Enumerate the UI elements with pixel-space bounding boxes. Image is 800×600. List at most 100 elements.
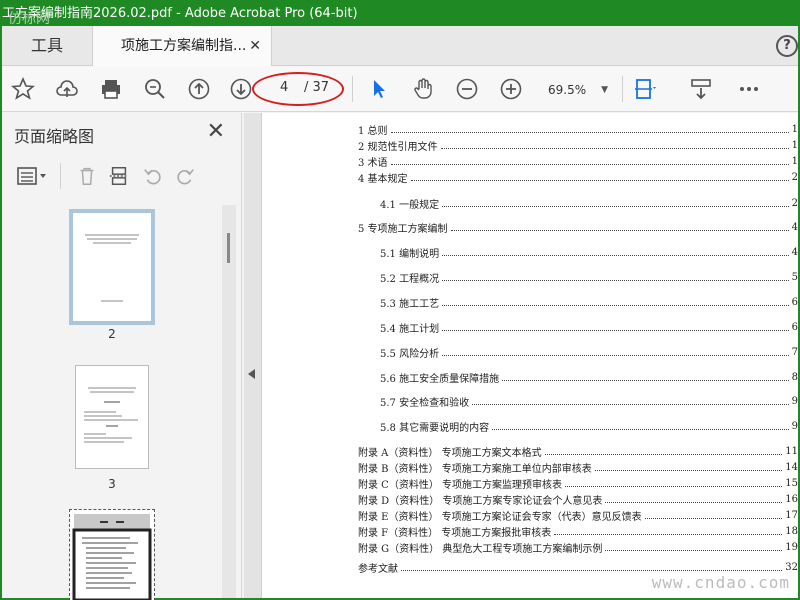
- toc-entry-title: 1 总则: [358, 125, 388, 137]
- toc-entry[interactable]: 附录 F（资料性） 专项施工方案报批审核表 18: [358, 523, 798, 539]
- toc-entry-title: 附录 C（资料性） 专项施工方案监理预审核表: [358, 479, 563, 491]
- toc-entry-title: 2 规范性引用文件: [358, 141, 438, 153]
- toc-entry-page: 4: [791, 246, 798, 258]
- bookmark-star-icon[interactable]: [10, 76, 36, 102]
- toc-leader-dots: [605, 549, 783, 551]
- page-thumbnail[interactable]: [69, 509, 155, 600]
- toc-entry-title: 附录 A（资料性） 专项施工方案文本格式: [358, 447, 542, 459]
- toc-entry-title: 5.5 风险分析: [380, 348, 440, 360]
- toc-entry[interactable]: 5.4 施工计划 6: [380, 319, 798, 335]
- toc-entry[interactable]: 附录 G（资料性） 典型危大工程专项施工方案编制示例 19: [358, 539, 798, 555]
- scroll-mode-icon[interactable]: [688, 76, 714, 102]
- zoom-level-select[interactable]: 69.5% ▼: [542, 79, 614, 101]
- help-icon[interactable]: ?: [776, 35, 798, 57]
- toc-entry-title: 5.1 编制说明: [380, 248, 440, 260]
- toc-entry-title: 5.6 施工安全质量保障措施: [380, 373, 500, 385]
- toc-entry-page: 16: [785, 493, 798, 505]
- toc-entry-title: 附录 G（资料性） 典型危大工程专项施工方案编制示例: [358, 543, 603, 555]
- tab-document-label: 项施工方案编制指...: [121, 38, 247, 54]
- toc-leader-dots: [442, 304, 789, 306]
- toc-entry-title: 5.7 安全检查和验收: [380, 397, 470, 409]
- toc-entry[interactable]: 2 规范性引用文件 1: [358, 137, 798, 153]
- toc-leader-dots: [450, 229, 789, 231]
- cloud-upload-icon[interactable]: [54, 76, 80, 102]
- toc-leader-dots: [442, 205, 789, 207]
- toc-entry-page: 14: [785, 461, 798, 473]
- tab-tools[interactable]: 工具: [2, 26, 92, 66]
- toc-entry[interactable]: 5.1 编制说明 4: [380, 244, 798, 260]
- panel-close-icon[interactable]: ✕: [207, 119, 225, 144]
- toc-entry[interactable]: 5.7 安全检查和验收 9: [380, 393, 798, 409]
- zoom-search-icon[interactable]: [142, 76, 168, 102]
- toc-entry-title: 4 基本规定: [358, 173, 408, 185]
- toc-entry[interactable]: 5.6 施工安全质量保障措施 8: [380, 369, 798, 385]
- toc-entry[interactable]: 5.3 施工工艺 6: [380, 294, 798, 310]
- toc-entry[interactable]: 5.2 工程概况 5: [380, 269, 798, 285]
- page-thumbnail[interactable]: [69, 209, 155, 325]
- zoom-out-icon[interactable]: [454, 76, 480, 102]
- toc-entry-page: 15: [785, 477, 798, 489]
- window-title: 工方案编制指南2026.02.pdf - Adobe Acrobat Pro (…: [2, 6, 358, 21]
- toc-entry-page: 5: [791, 271, 798, 283]
- page-fit-icon[interactable]: [632, 76, 658, 102]
- toc-entry[interactable]: 4 基本规定 2: [358, 169, 798, 185]
- panel-collapse-handle[interactable]: [244, 113, 262, 598]
- toolbar-divider: [352, 76, 353, 102]
- toc-entry-title: 5 专项施工方案编制: [358, 223, 448, 235]
- toc-entry[interactable]: 1 总则 1: [358, 121, 798, 137]
- toc-entry-title: 参考文献: [358, 563, 398, 575]
- select-cursor-icon[interactable]: [366, 76, 392, 102]
- toc-leader-dots: [544, 453, 783, 455]
- thumbnail-options-icon[interactable]: [12, 163, 52, 189]
- tab-close-icon[interactable]: ✕: [249, 26, 261, 66]
- rotate-right-icon[interactable]: [172, 163, 198, 189]
- toc-entry-page: 2: [791, 197, 798, 209]
- toc-entry[interactable]: 5 专项施工方案编制 4: [358, 219, 798, 235]
- highlight-ellipse: [252, 72, 344, 106]
- toc-entry-title: 附录 B（资料性） 专项施工方案施工单位内部审核表: [358, 463, 592, 475]
- toc-entry-page: 8: [791, 371, 798, 383]
- toc-entry-title: 3 术语: [358, 157, 388, 169]
- toc-entry[interactable]: 附录 C（资料性） 专项施工方案监理预审核表 15: [358, 475, 798, 491]
- toc-entry[interactable]: 3 术语 1: [358, 153, 798, 169]
- tab-document[interactable]: 项施工方案编制指... ✕: [92, 26, 272, 67]
- print-icon[interactable]: [98, 76, 124, 102]
- thumbnails-scrollbar[interactable]: [222, 205, 236, 598]
- thumbnail-page-preview: [84, 387, 138, 443]
- toc-leader-dots: [440, 147, 789, 149]
- toc-entry-title: 5.3 施工工艺: [380, 298, 440, 310]
- more-options-icon[interactable]: [736, 76, 762, 102]
- toc-entry-page: 9: [791, 395, 798, 407]
- main-toolbar: 4 / 37 69.5% ▼: [2, 66, 798, 112]
- previous-page-icon[interactable]: [186, 76, 212, 102]
- document-page: 1 总则 1 2 规范性引用文件 1 3 术语 1 4 基本规定 2 4.1 一般规定 2 5 专项…: [262, 113, 798, 598]
- thumbnail-page-preview: [72, 514, 152, 600]
- toc-entry-title: 附录 E（资料性） 专项施工方案论证会专家（代表）意见反馈表: [358, 511, 642, 523]
- hand-tool-icon[interactable]: [410, 76, 436, 102]
- toc-entry[interactable]: 附录 A（资料性） 专项施工方案文本格式 11: [358, 443, 798, 459]
- thumbnail-page-label: 2: [108, 327, 116, 341]
- page-thumbnail[interactable]: [75, 365, 149, 469]
- toc-entry[interactable]: 附录 B（资料性） 专项施工方案施工单位内部审核表 14: [358, 459, 798, 475]
- tab-bar: 工具 项施工方案编制指... ✕ ?: [2, 26, 798, 67]
- toc-entry[interactable]: 4.1 一般规定 2: [380, 195, 798, 211]
- toc-entry[interactable]: 5.5 风险分析 7: [380, 344, 798, 360]
- toc-entry-page: 1: [791, 139, 798, 151]
- toc-leader-dots: [605, 501, 783, 503]
- rotate-left-icon[interactable]: [140, 163, 166, 189]
- extract-pages-icon[interactable]: [106, 163, 132, 189]
- next-page-icon[interactable]: [228, 76, 254, 102]
- toc-entry[interactable]: 附录 D（资料性） 专项施工方案专家论证会个人意见表 16: [358, 491, 798, 507]
- scrollbar-thumb[interactable]: [227, 233, 230, 263]
- delete-icon[interactable]: [74, 163, 100, 189]
- toc-entry-title: 5.8 其它需要说明的内容: [380, 422, 490, 434]
- toc-leader-dots: [644, 517, 783, 519]
- toc-entry[interactable]: 附录 E（资料性） 专项施工方案论证会专家（代表）意见反馈表 17: [358, 507, 798, 523]
- toc-entry-title: 附录 F（资料性） 专项施工方案报批审核表: [358, 527, 552, 539]
- thumbnail-page-preview: [73, 213, 151, 321]
- toc-leader-dots: [594, 469, 783, 471]
- zoom-in-icon[interactable]: [498, 76, 524, 102]
- zoom-level-value: 69.5%: [548, 83, 587, 97]
- toc-entry[interactable]: 5.8 其它需要说明的内容 9: [380, 418, 798, 434]
- toc-leader-dots: [442, 354, 789, 356]
